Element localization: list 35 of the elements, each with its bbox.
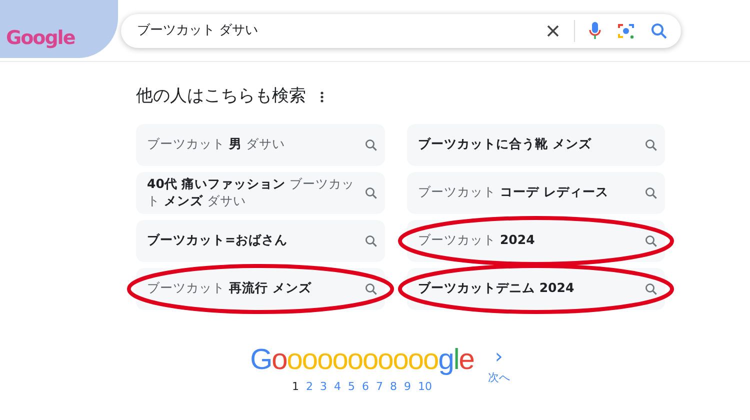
search-icon[interactable] — [651, 23, 667, 39]
more-options-icon[interactable] — [320, 90, 324, 103]
search-icon — [645, 186, 657, 198]
logo-text: Google — [6, 26, 75, 51]
section-title: 他の人はこちらも検索 — [136, 85, 306, 108]
page-link[interactable]: 7 — [376, 378, 383, 395]
page-link[interactable]: 4 — [334, 378, 341, 395]
page-link[interactable]: 2 — [306, 378, 313, 395]
next-link[interactable]: › 次へ — [488, 346, 510, 395]
related-search-chip[interactable]: ブーツカット=おばさん — [136, 220, 385, 262]
camera-icon[interactable] — [617, 22, 635, 40]
search-icon — [645, 282, 657, 294]
close-icon[interactable] — [546, 24, 560, 38]
search-icon — [365, 138, 377, 150]
search-icon — [645, 138, 657, 150]
page-link[interactable]: 9 — [404, 378, 411, 395]
search-field[interactable]: ブーツカット ダサい — [121, 14, 681, 48]
page-link[interactable]: 8 — [390, 378, 397, 395]
doodle-drawing[interactable]: Google — [0, 0, 118, 58]
related-search-chip[interactable]: 40代 痛いファッション ブーツカット メンズ ダサい — [136, 172, 385, 214]
microphone-icon[interactable] — [589, 22, 601, 40]
search-icon — [365, 234, 377, 246]
search-icon — [365, 282, 377, 294]
page-link[interactable]: 1 — [292, 378, 299, 395]
related-search-chip[interactable]: ブーツカットに合う靴 メンズ — [407, 124, 665, 166]
related-search-chip[interactable]: ブーツカット 男 ダサい — [136, 124, 385, 166]
search-query-text: ブーツカット ダサい — [137, 22, 260, 40]
related-search-chip[interactable]: ブーツカット コーデ レディース — [407, 172, 665, 214]
page-link[interactable]: 6 — [362, 378, 369, 395]
page-link[interactable]: 5 — [348, 378, 355, 395]
page-link[interactable]: 3 — [320, 378, 327, 395]
search-icon — [365, 186, 377, 198]
pager-logo: Gooooooooooogle — [250, 346, 474, 374]
search-icon — [645, 234, 657, 246]
page-link[interactable]: 10 — [418, 378, 432, 395]
